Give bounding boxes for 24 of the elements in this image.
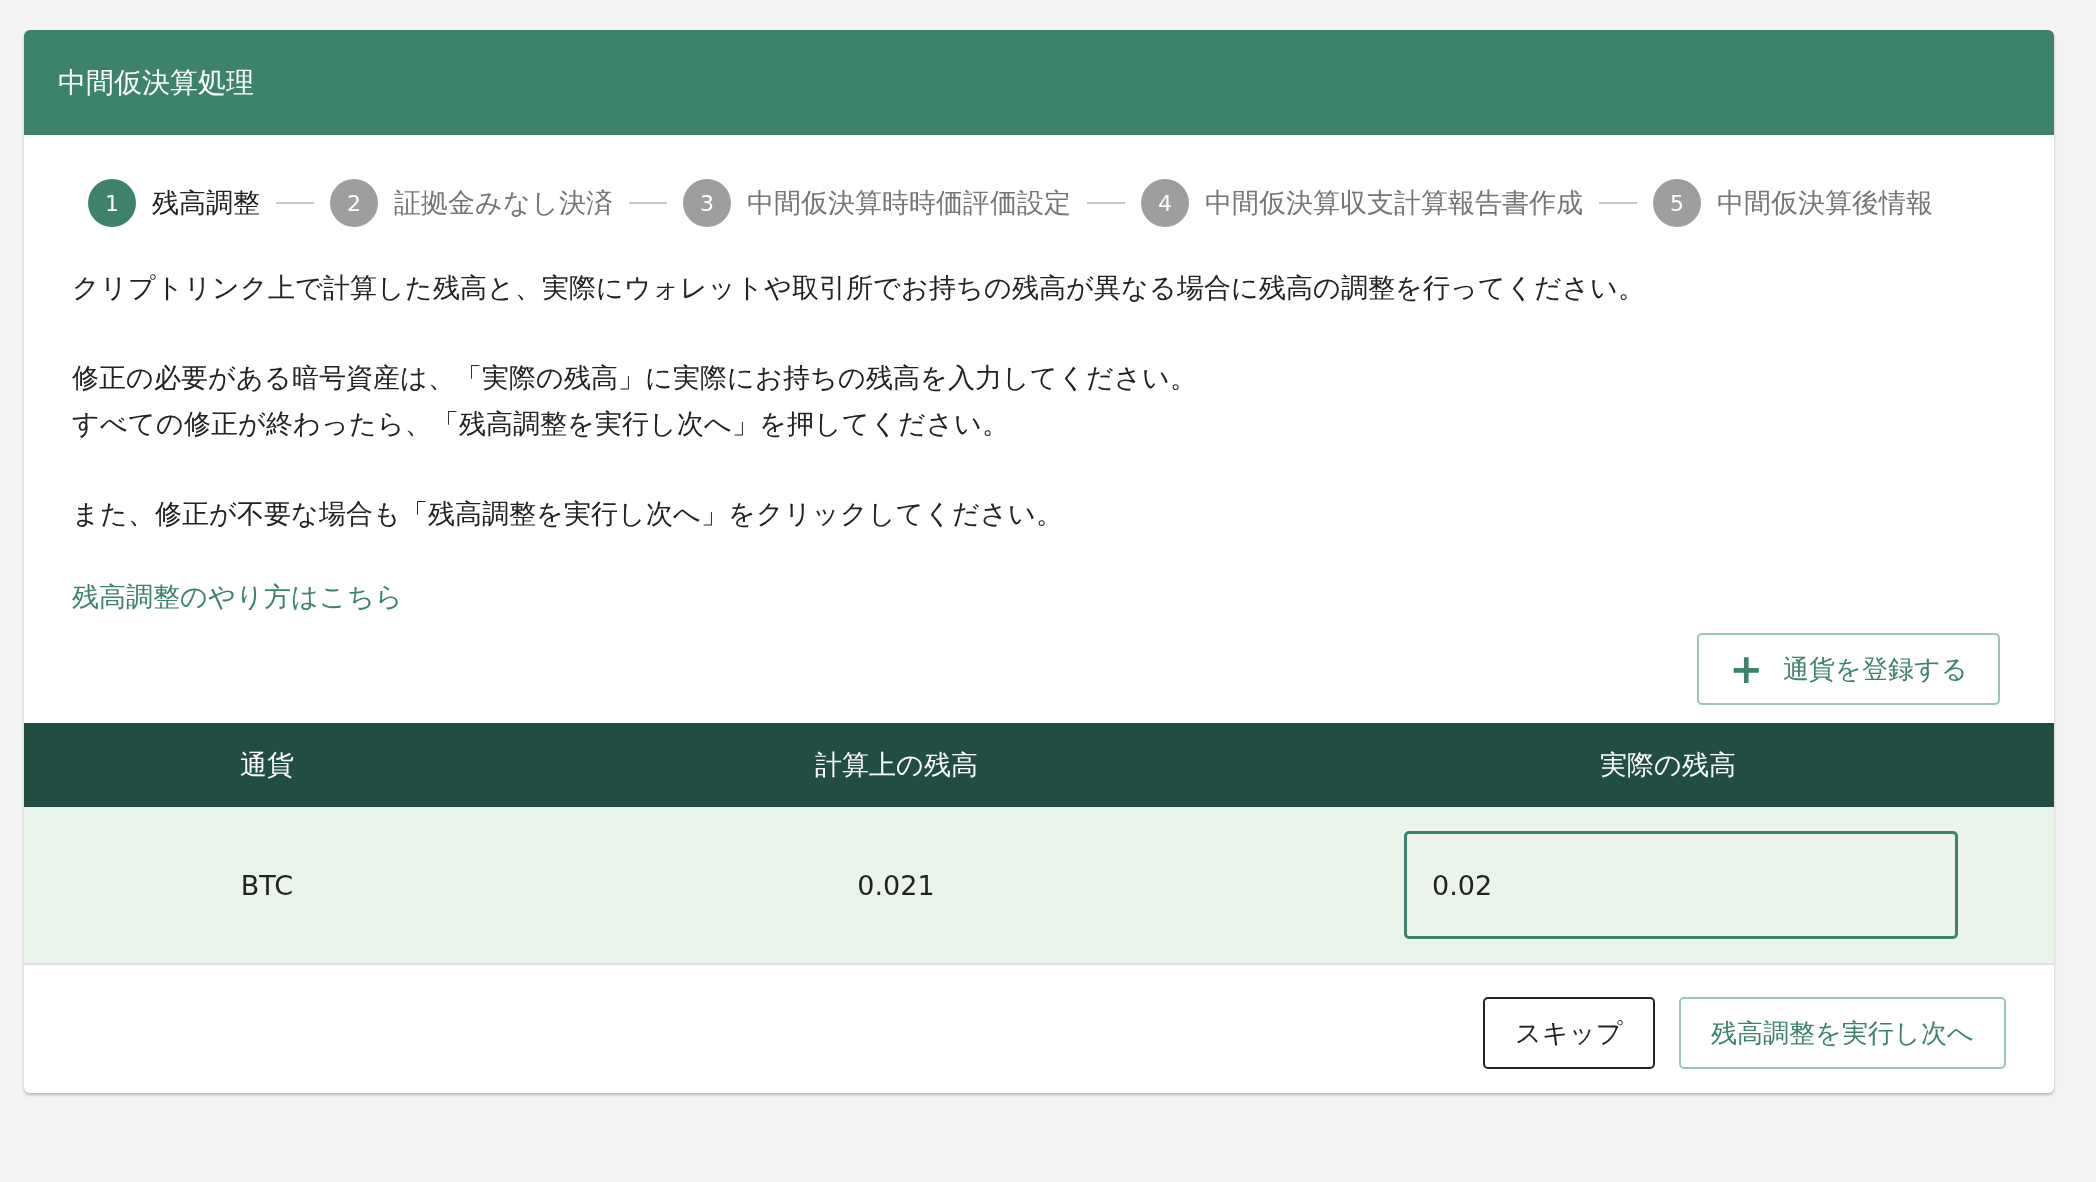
step-number: 5 bbox=[1653, 179, 1701, 227]
step-label: 中間仮決算収支計算報告書作成 bbox=[1205, 186, 1583, 220]
step-number: 3 bbox=[683, 179, 731, 227]
step-label: 証拠金みなし決済 bbox=[394, 186, 613, 220]
step-label: 残高調整 bbox=[152, 186, 260, 220]
column-header: 計算上の残高 bbox=[813, 748, 979, 782]
dialog-title: 中間仮決算処理 bbox=[58, 64, 254, 101]
column-header: 実際の残高 bbox=[1599, 748, 1737, 782]
step-number: 2 bbox=[330, 179, 378, 227]
skip-button[interactable]: スキップ bbox=[1483, 997, 1655, 1069]
next-button[interactable]: 残高調整を実行し次へ bbox=[1679, 997, 2006, 1069]
instruction-text: また、修正が不要な場合も「残高調整を実行し次へ」をクリックしてください。 bbox=[72, 497, 1064, 531]
table-cell-text: 0.021 bbox=[856, 869, 936, 901]
instruction-text: 修正の必要がある暗号資産は、「実際の残高」に実際にお持ちの残高を入力してください。 すべての修正が終わったら、「残高調整を実行し次へ」を押してください。 bbox=[72, 361, 1198, 441]
add-currency-button[interactable]: + 通貨を登録する bbox=[1697, 633, 2000, 705]
step-number: 4 bbox=[1141, 179, 1189, 227]
table-cell-text: BTC bbox=[239, 869, 295, 901]
balance-input-field[interactable]: 0.02 bbox=[1404, 831, 1958, 939]
step-number: 1 bbox=[88, 179, 136, 227]
column-header: 通貨 bbox=[239, 748, 295, 782]
help-link[interactable]: 残高調整のやり方はこちら bbox=[72, 579, 403, 615]
step-label: 中間仮決算時時価評価設定 bbox=[747, 186, 1071, 220]
instruction-text: クリプトリンク上で計算した残高と、実際にウォレットや取引所でお持ちの残高が異なる場合に残高の調整を行ってください。 bbox=[72, 271, 1646, 305]
step-label: 中間仮決算後情報 bbox=[1717, 186, 1933, 220]
